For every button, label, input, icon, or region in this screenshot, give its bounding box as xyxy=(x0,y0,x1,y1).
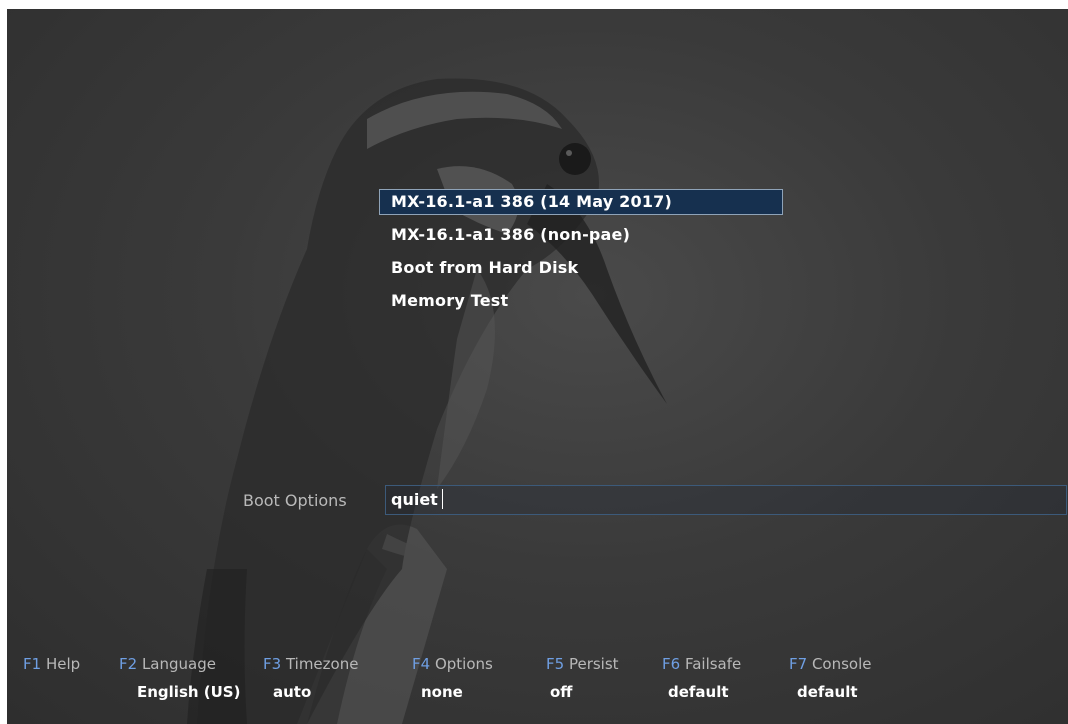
boot-screen: MX-16.1-a1 386 (14 May 2017) MX-16.1-a1 … xyxy=(7,9,1068,724)
fkey-f4-key: F4 xyxy=(412,655,431,673)
fkey-f4-value: none xyxy=(421,683,463,701)
boot-options-row: Boot Options quiet xyxy=(7,485,1068,517)
fkey-f3-value: auto xyxy=(273,683,312,701)
fkey-f1-help[interactable]: F1 Help xyxy=(23,653,80,675)
boot-menu: MX-16.1-a1 386 (14 May 2017) MX-16.1-a1 … xyxy=(379,189,783,321)
bird-eye-glint xyxy=(566,150,572,156)
menu-item-mx-16-1-a1-386-non-pae[interactable]: MX-16.1-a1 386 (non-pae) xyxy=(379,222,783,248)
fkey-f3-timezone[interactable]: F3 Timezone auto xyxy=(263,653,358,704)
fkey-f2-key: F2 xyxy=(119,655,138,673)
fkey-f6-key: F6 xyxy=(662,655,681,673)
fkey-f6-value: default xyxy=(668,683,729,701)
text-cursor xyxy=(441,489,443,509)
menu-item-boot-from-hard-disk[interactable]: Boot from Hard Disk xyxy=(379,255,783,281)
fkey-f5-key: F5 xyxy=(546,655,565,673)
menu-item-memory-test[interactable]: Memory Test xyxy=(379,288,783,314)
fkey-f7-value: default xyxy=(797,683,858,701)
function-key-bar: F1 Help F2 Language English (US) F3 Time… xyxy=(7,653,1068,713)
fkey-f3-key: F3 xyxy=(263,655,282,673)
boot-options-input[interactable]: quiet xyxy=(385,485,1067,515)
fkey-f1-name: Help xyxy=(45,655,81,673)
boot-options-value: quiet xyxy=(391,490,438,509)
fkey-f2-value: English (US) xyxy=(137,683,241,701)
fkey-f2-name: Language xyxy=(141,655,216,673)
fkey-f2-language[interactable]: F2 Language English (US) xyxy=(119,653,240,704)
fkey-f3-name: Timezone xyxy=(285,655,359,673)
fkey-f4-options[interactable]: F4 Options none xyxy=(412,653,493,704)
fkey-f6-name: Failsafe xyxy=(684,655,742,673)
fkey-f1-key: F1 xyxy=(23,655,42,673)
bird-eye xyxy=(559,143,591,175)
fkey-f7-console[interactable]: F7 Console default xyxy=(789,653,872,704)
fkey-f5-value: off xyxy=(550,683,573,701)
menu-item-mx-16-1-a1-386[interactable]: MX-16.1-a1 386 (14 May 2017) xyxy=(379,189,783,215)
fkey-f7-key: F7 xyxy=(789,655,808,673)
fkey-f7-name: Console xyxy=(811,655,872,673)
fkey-f5-persist[interactable]: F5 Persist off xyxy=(546,653,619,704)
fkey-f6-failsafe[interactable]: F6 Failsafe default xyxy=(662,653,741,704)
kingfisher-background-image xyxy=(187,78,667,724)
fkey-f5-name: Persist xyxy=(568,655,619,673)
fkey-f4-name: Options xyxy=(434,655,493,673)
boot-options-label: Boot Options xyxy=(243,491,347,510)
